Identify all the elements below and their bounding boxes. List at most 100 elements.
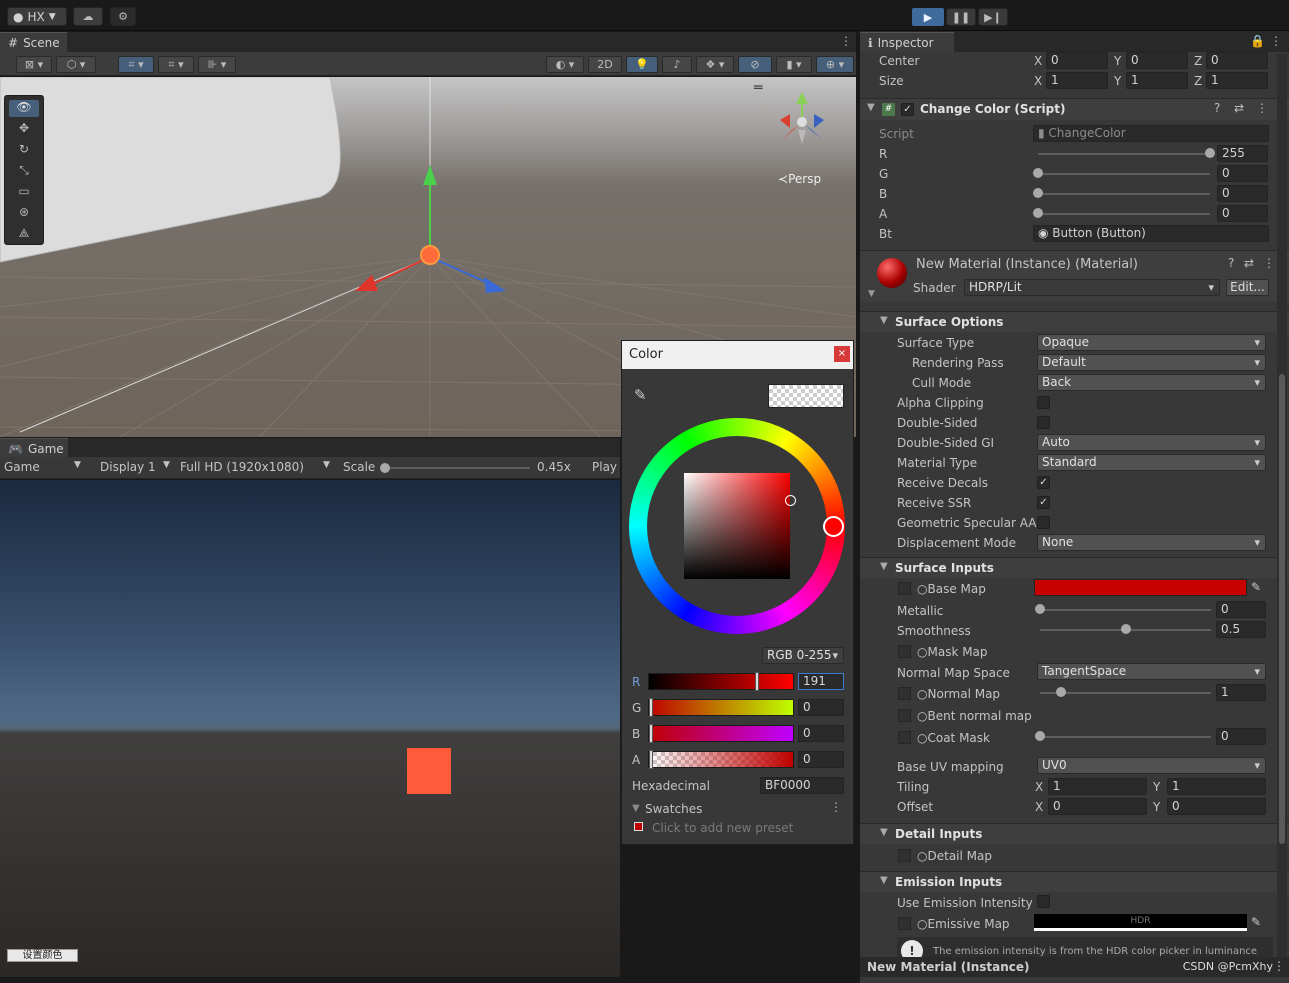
render-mode-button[interactable]: ◐ ▾ (546, 56, 584, 73)
scale-slider-knob[interactable] (380, 463, 390, 473)
offset-y-input[interactable]: 0 (1167, 798, 1266, 815)
texture-slot[interactable] (898, 582, 911, 595)
size-x-input[interactable]: 1 (1046, 72, 1108, 89)
r-slider[interactable] (1038, 153, 1210, 155)
presets-icon[interactable]: ⇄ (1234, 101, 1244, 115)
help-icon[interactable]: ? (1214, 101, 1220, 115)
texture-slot[interactable] (898, 645, 911, 658)
metallic-slider[interactable] (1040, 609, 1211, 611)
scale-slider[interactable] (382, 467, 530, 469)
a-channel-input[interactable]: 0 (798, 751, 844, 768)
coat-input[interactable]: 0 (1216, 728, 1266, 745)
rotate-tool-icon[interactable]: ↻ (9, 142, 39, 159)
r-channel-input[interactable]: 191 (798, 673, 844, 690)
script-field[interactable]: ▮ ChangeColor (1033, 125, 1269, 142)
more-icon[interactable]: ⋮ (1273, 959, 1285, 973)
scale-tool-icon[interactable]: ⤡ (9, 163, 39, 180)
presets-icon[interactable]: ⇄ (1244, 256, 1254, 270)
foldout-icon[interactable]: ▼ (868, 289, 875, 299)
surface-option-select[interactable]: Standard (1037, 454, 1266, 471)
resolution-select[interactable]: Full HD (1920x1080) (180, 460, 304, 474)
metallic-input[interactable]: 0 (1216, 601, 1266, 618)
bt-field[interactable]: ◉ Button (Button) (1033, 225, 1269, 242)
surface-inputs-header[interactable]: ▼ Surface Inputs (860, 557, 1289, 578)
b-input[interactable]: 0 (1217, 185, 1268, 202)
swatches-menu-icon[interactable]: ⋮ (830, 800, 842, 814)
rect-tool-icon[interactable]: ▭ (9, 184, 39, 201)
gizmos-button[interactable]: ⊕ ▾ (816, 56, 854, 73)
swatches-label[interactable]: Swatches (645, 802, 702, 816)
center-x-input[interactable]: 0 (1046, 52, 1108, 69)
a-input[interactable]: 0 (1217, 205, 1268, 222)
shading-mode-button[interactable]: ⬡ ▾ (56, 56, 96, 73)
g-channel-input[interactable]: 0 (798, 699, 844, 716)
surface-option-checkbox[interactable] (1037, 396, 1050, 409)
tiling-x-input[interactable]: 1 (1048, 778, 1147, 795)
foldout-icon[interactable]: ▼ (880, 561, 888, 572)
play-focused-select[interactable]: Play (592, 460, 617, 474)
display-select[interactable]: Display 1 (100, 460, 156, 474)
game-view-select[interactable]: Game (4, 460, 40, 474)
pause-button[interactable]: ❚❚ (946, 8, 976, 26)
normal-slider[interactable] (1040, 692, 1211, 694)
effects-button[interactable]: ❖ ▾ (696, 56, 734, 73)
g-slider-knob[interactable] (1033, 168, 1043, 178)
eyedropper-icon[interactable]: ✎ (1251, 915, 1261, 929)
more-icon[interactable]: ⋮ (1263, 256, 1275, 270)
offset-x-input[interactable]: 0 (1048, 798, 1147, 815)
center-z-input[interactable]: 0 (1206, 52, 1268, 69)
increment-snap-button[interactable]: ⊪ ▾ (198, 56, 236, 73)
surface-option-checkbox[interactable] (1037, 416, 1050, 429)
foldout-icon[interactable]: ▼ (867, 102, 875, 113)
emission-inputs-header[interactable]: ▼ Emission Inputs (860, 871, 1289, 892)
surface-option-select[interactable]: Back (1037, 374, 1266, 391)
metallic-slider-knob[interactable] (1035, 604, 1045, 614)
surface-option-select[interactable]: Opaque (1037, 334, 1266, 351)
b-channel-slider[interactable] (648, 725, 794, 742)
hue-cursor[interactable] (823, 516, 844, 537)
help-icon[interactable]: ? (1228, 256, 1234, 270)
base-uv-select[interactable]: UV0 (1037, 757, 1266, 774)
draw-mode-button[interactable]: ⊠ ▾ (16, 56, 52, 73)
foldout-icon[interactable]: ▼ (880, 827, 888, 838)
script-component-header[interactable]: ▼ # ✓ Change Color (Script) ? ⇄ ⋮ (860, 98, 1289, 120)
surface-option-checkbox[interactable]: ✓ (1037, 496, 1050, 509)
more-icon[interactable]: ⋮ (1256, 101, 1268, 115)
play-button[interactable]: ▶ (912, 8, 944, 26)
texture-slot[interactable] (898, 849, 911, 862)
texture-slot[interactable] (898, 709, 911, 722)
size-y-input[interactable]: 1 (1126, 72, 1188, 89)
move-tool-icon[interactable]: ✥ (9, 121, 39, 138)
normal-slider-knob[interactable] (1055, 687, 1066, 697)
texture-slot[interactable] (898, 687, 911, 700)
tab-inspector[interactable]: ℹ Inspector (860, 32, 954, 52)
swatch-preset-icon[interactable] (634, 822, 643, 831)
tiling-y-input[interactable]: 1 (1167, 778, 1266, 795)
more-icon[interactable]: ⋮ (1270, 34, 1282, 48)
tab-scene[interactable]: # Scene (0, 32, 67, 52)
coat-slider[interactable] (1040, 736, 1211, 738)
size-z-input[interactable]: 1 (1206, 72, 1268, 89)
a-channel-handle[interactable] (649, 750, 653, 769)
eyedropper-icon[interactable]: ✎ (1251, 580, 1261, 594)
detail-inputs-header[interactable]: ▼ Detail Inputs (860, 823, 1289, 844)
hidden-objects-toggle[interactable]: ⊘ (738, 56, 772, 73)
snap-button[interactable]: ⌗ ▾ (118, 56, 154, 73)
eyedropper-icon[interactable]: ✎ (634, 386, 647, 404)
foldout-icon[interactable]: ▼ (632, 803, 640, 814)
b-slider[interactable] (1038, 193, 1210, 195)
g-input[interactable]: 0 (1217, 165, 1268, 182)
sv-cursor[interactable] (785, 495, 796, 506)
texture-slot[interactable] (898, 731, 911, 744)
g-channel-slider[interactable] (648, 699, 794, 716)
inspector-scrollbar[interactable] (1277, 54, 1287, 959)
r-channel-handle[interactable] (755, 672, 759, 691)
surface-option-select[interactable]: None (1037, 534, 1266, 551)
r-channel-slider[interactable] (648, 673, 794, 690)
menu-icon[interactable]: ═ (754, 80, 762, 96)
smoothness-slider-knob[interactable] (1120, 624, 1131, 634)
surface-option-select[interactable]: Default (1037, 354, 1266, 371)
coat-slider-knob[interactable] (1035, 731, 1045, 741)
close-icon[interactable]: × (834, 346, 850, 362)
a-channel-slider[interactable] (648, 751, 794, 768)
